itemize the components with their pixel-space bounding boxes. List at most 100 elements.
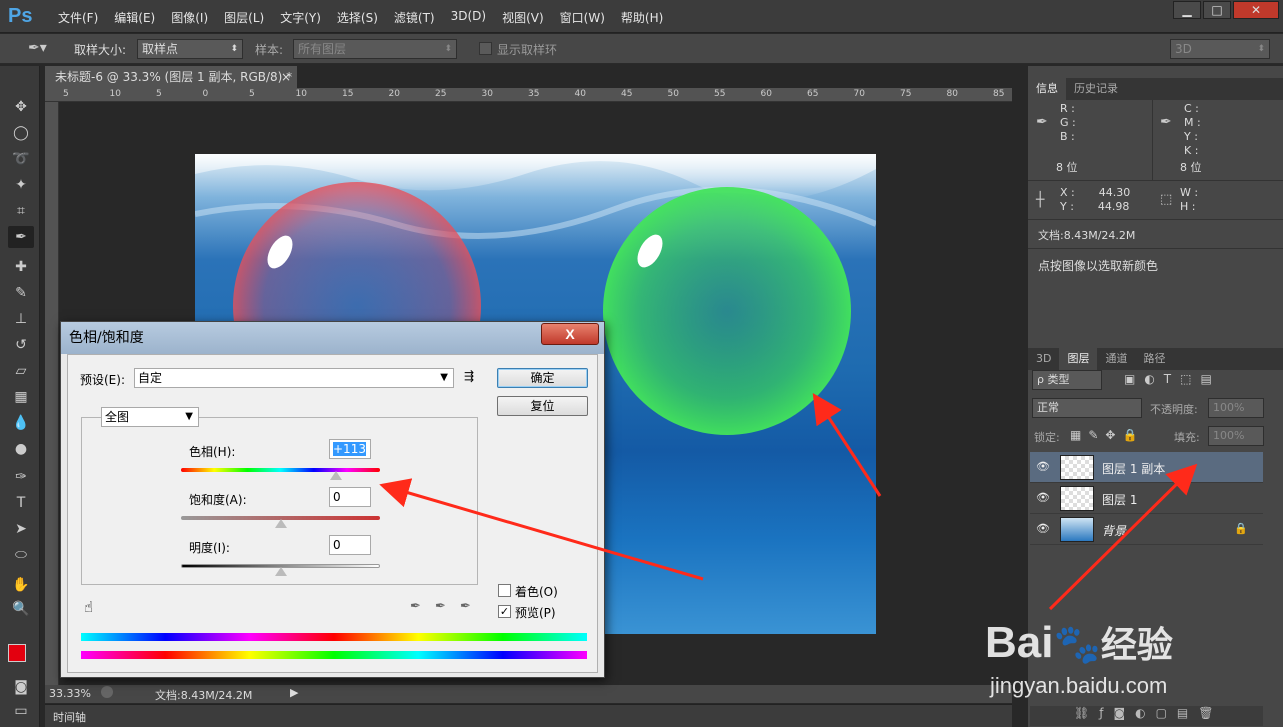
menu-item[interactable]: 帮助(H) xyxy=(613,9,671,26)
move-tool-icon[interactable]: ✥ xyxy=(8,96,34,118)
crop-icon[interactable]: ⌗ xyxy=(8,200,34,222)
maximize-button[interactable]: □ xyxy=(1203,1,1231,19)
gradient-icon[interactable]: ▦ xyxy=(8,386,34,408)
opacity-field[interactable]: 100% xyxy=(1208,398,1264,418)
minimize-button[interactable]: ▁ xyxy=(1173,1,1201,19)
colorize-checkbox[interactable] xyxy=(498,584,511,597)
show-ring-checkbox[interactable] xyxy=(479,42,492,55)
reset-button[interactable]: 复位 xyxy=(497,396,588,416)
healing-brush-icon[interactable]: ✚ xyxy=(8,256,34,278)
dodge-icon[interactable]: ● xyxy=(8,438,34,460)
eyedropper-plus-icon[interactable]: ✒ xyxy=(435,599,446,614)
lightness-slider-thumb[interactable] xyxy=(274,567,287,576)
lock-icons[interactable]: ▦✎✥🔒 xyxy=(1070,428,1144,442)
eyedropper-icon[interactable]: ✒ xyxy=(410,599,421,614)
menu-item[interactable]: 视图(V) xyxy=(494,9,552,26)
tab-history[interactable]: 历史记录 xyxy=(1066,78,1126,100)
tab-3d[interactable]: 3D xyxy=(1028,348,1059,370)
sample-size-label: 取样大小: xyxy=(74,43,127,57)
eraser-icon[interactable]: ▱ xyxy=(8,360,34,382)
hue-field[interactable]: +113 xyxy=(329,439,371,459)
layer-row[interactable]: 👁 图层 1 xyxy=(1030,483,1263,514)
clone-stamp-icon[interactable]: ⊥ xyxy=(8,308,34,330)
menu-item[interactable]: 窗口(W) xyxy=(552,9,613,26)
y-label: Y : xyxy=(1184,130,1198,143)
hand-adjust-icon[interactable]: ☝ xyxy=(84,598,93,616)
filter-icons[interactable]: ▣◐T⬚▤ xyxy=(1124,372,1221,386)
menu-item[interactable]: 文件(F) xyxy=(50,9,106,26)
layer-row[interactable]: 👁 图层 1 副本 xyxy=(1030,452,1263,483)
hue-bar-after xyxy=(81,651,587,659)
zoom-icon[interactable]: 🔍 xyxy=(8,598,34,620)
sample-select[interactable]: 所有图层 ⬍ xyxy=(293,39,457,59)
tab-channels[interactable]: 通道 xyxy=(1097,348,1135,370)
rgb-eyedropper-icon: ✒ xyxy=(1036,114,1048,130)
close-tab-icon[interactable]: × xyxy=(281,66,291,88)
menu-item[interactable]: 图像(I) xyxy=(163,9,216,26)
foreground-color-swatch[interactable] xyxy=(8,644,26,662)
selection-size-icon: ⬚ xyxy=(1160,192,1173,207)
quick-mask-icon[interactable]: ◙ xyxy=(8,676,34,698)
brush-icon[interactable]: ✎ xyxy=(8,282,34,304)
saturation-field[interactable]: 0 xyxy=(329,487,371,507)
status-icon[interactable] xyxy=(101,686,113,698)
g-label: G : xyxy=(1060,116,1076,129)
menu-item[interactable]: 图层(L) xyxy=(216,9,272,26)
hand-icon[interactable]: ✋ xyxy=(8,574,34,596)
workspace-select[interactable]: 3D ⬍ xyxy=(1170,39,1270,59)
tab-layers[interactable]: 图层 xyxy=(1059,348,1098,370)
lightness-field[interactable]: 0 xyxy=(329,535,371,555)
lightness-value: 0 xyxy=(333,538,341,552)
blur-icon[interactable]: 💧 xyxy=(8,412,34,434)
layer-kind-filter[interactable]: ρ 类型 xyxy=(1032,370,1102,390)
zoom-level[interactable]: 33.33% xyxy=(49,687,91,700)
eye-icon[interactable]: 👁 xyxy=(1036,491,1050,504)
history-brush-icon[interactable]: ↺ xyxy=(8,334,34,356)
eyedropper-icon[interactable]: ✒▾ xyxy=(28,40,47,56)
blend-mode-select[interactable]: 正常 xyxy=(1032,398,1142,418)
hue-slider-track[interactable] xyxy=(181,468,380,472)
wh-readout: W : H : xyxy=(1180,186,1198,214)
ellipse-marquee-icon[interactable]: ◯ xyxy=(8,122,34,144)
status-arrow-icon[interactable]: ▶ xyxy=(290,686,298,699)
tab-info[interactable]: 信息 xyxy=(1028,78,1066,100)
saturation-slider-thumb[interactable] xyxy=(274,519,287,528)
tab-paths[interactable]: 路径 xyxy=(1135,348,1173,370)
eyedropper-minus-icon[interactable]: ✒ xyxy=(460,599,471,614)
eyedropper-tool-icon[interactable]: ✒ xyxy=(8,226,34,248)
channel-select[interactable]: 全图 ▼ xyxy=(101,407,199,427)
menu-item[interactable]: 文字(Y) xyxy=(272,9,329,26)
close-window-button[interactable]: ✕ xyxy=(1233,1,1279,19)
preset-options-icon[interactable]: ⇶ xyxy=(464,369,474,383)
preset-select[interactable]: 自定 ▼ xyxy=(134,368,454,388)
lasso-icon[interactable]: ➰ xyxy=(8,148,34,170)
eye-icon[interactable]: 👁 xyxy=(1036,522,1050,535)
type-icon[interactable]: T xyxy=(8,492,34,514)
magic-wand-icon[interactable]: ✦ xyxy=(8,174,34,196)
timeline-tab[interactable]: 时间轴 xyxy=(53,709,86,725)
layers-footer-icons[interactable]: ⛓ƒ◙◐▢▤🗑 xyxy=(1030,706,1263,726)
fill-field[interactable]: 100% xyxy=(1208,426,1264,446)
screen-mode-icon[interactable]: ▭ xyxy=(8,700,34,722)
document-tab[interactable]: 未标题-6 @ 33.3% (图层 1 副本, RGB/8) * × xyxy=(45,66,297,88)
info-doc-size: 文档:8.43M/24.2M xyxy=(1038,229,1136,242)
menu-item[interactable]: 3D(D) xyxy=(443,9,494,26)
dialog-close-button[interactable]: X xyxy=(541,323,599,345)
menu-item[interactable]: 滤镜(T) xyxy=(386,9,443,26)
hue-slider-thumb[interactable] xyxy=(330,471,343,480)
eye-icon[interactable]: 👁 xyxy=(1036,460,1050,473)
menu-item[interactable]: 选择(S) xyxy=(329,9,386,26)
y-label: Y : xyxy=(1060,200,1074,213)
ellipse-shape-icon[interactable]: ⬭ xyxy=(8,544,34,566)
path-select-icon[interactable]: ➤ xyxy=(8,518,34,540)
layer-row[interactable]: 👁 背景 🔒 xyxy=(1030,514,1263,545)
crosshair-icon: ┼ xyxy=(1036,192,1045,208)
layers-tabs: 3D 图层 通道 路径 xyxy=(1028,348,1283,370)
k-label: K : xyxy=(1184,144,1199,157)
menu-item[interactable]: 编辑(E) xyxy=(106,9,163,26)
ok-button[interactable]: 确定 xyxy=(497,368,588,388)
sample-size-select[interactable]: 取样点 ⬍ xyxy=(137,39,243,59)
pen-icon[interactable]: ✑ xyxy=(8,466,34,488)
preview-checkbox[interactable]: ✓ xyxy=(498,605,511,618)
ruler-tick-label: 70 xyxy=(853,89,865,99)
